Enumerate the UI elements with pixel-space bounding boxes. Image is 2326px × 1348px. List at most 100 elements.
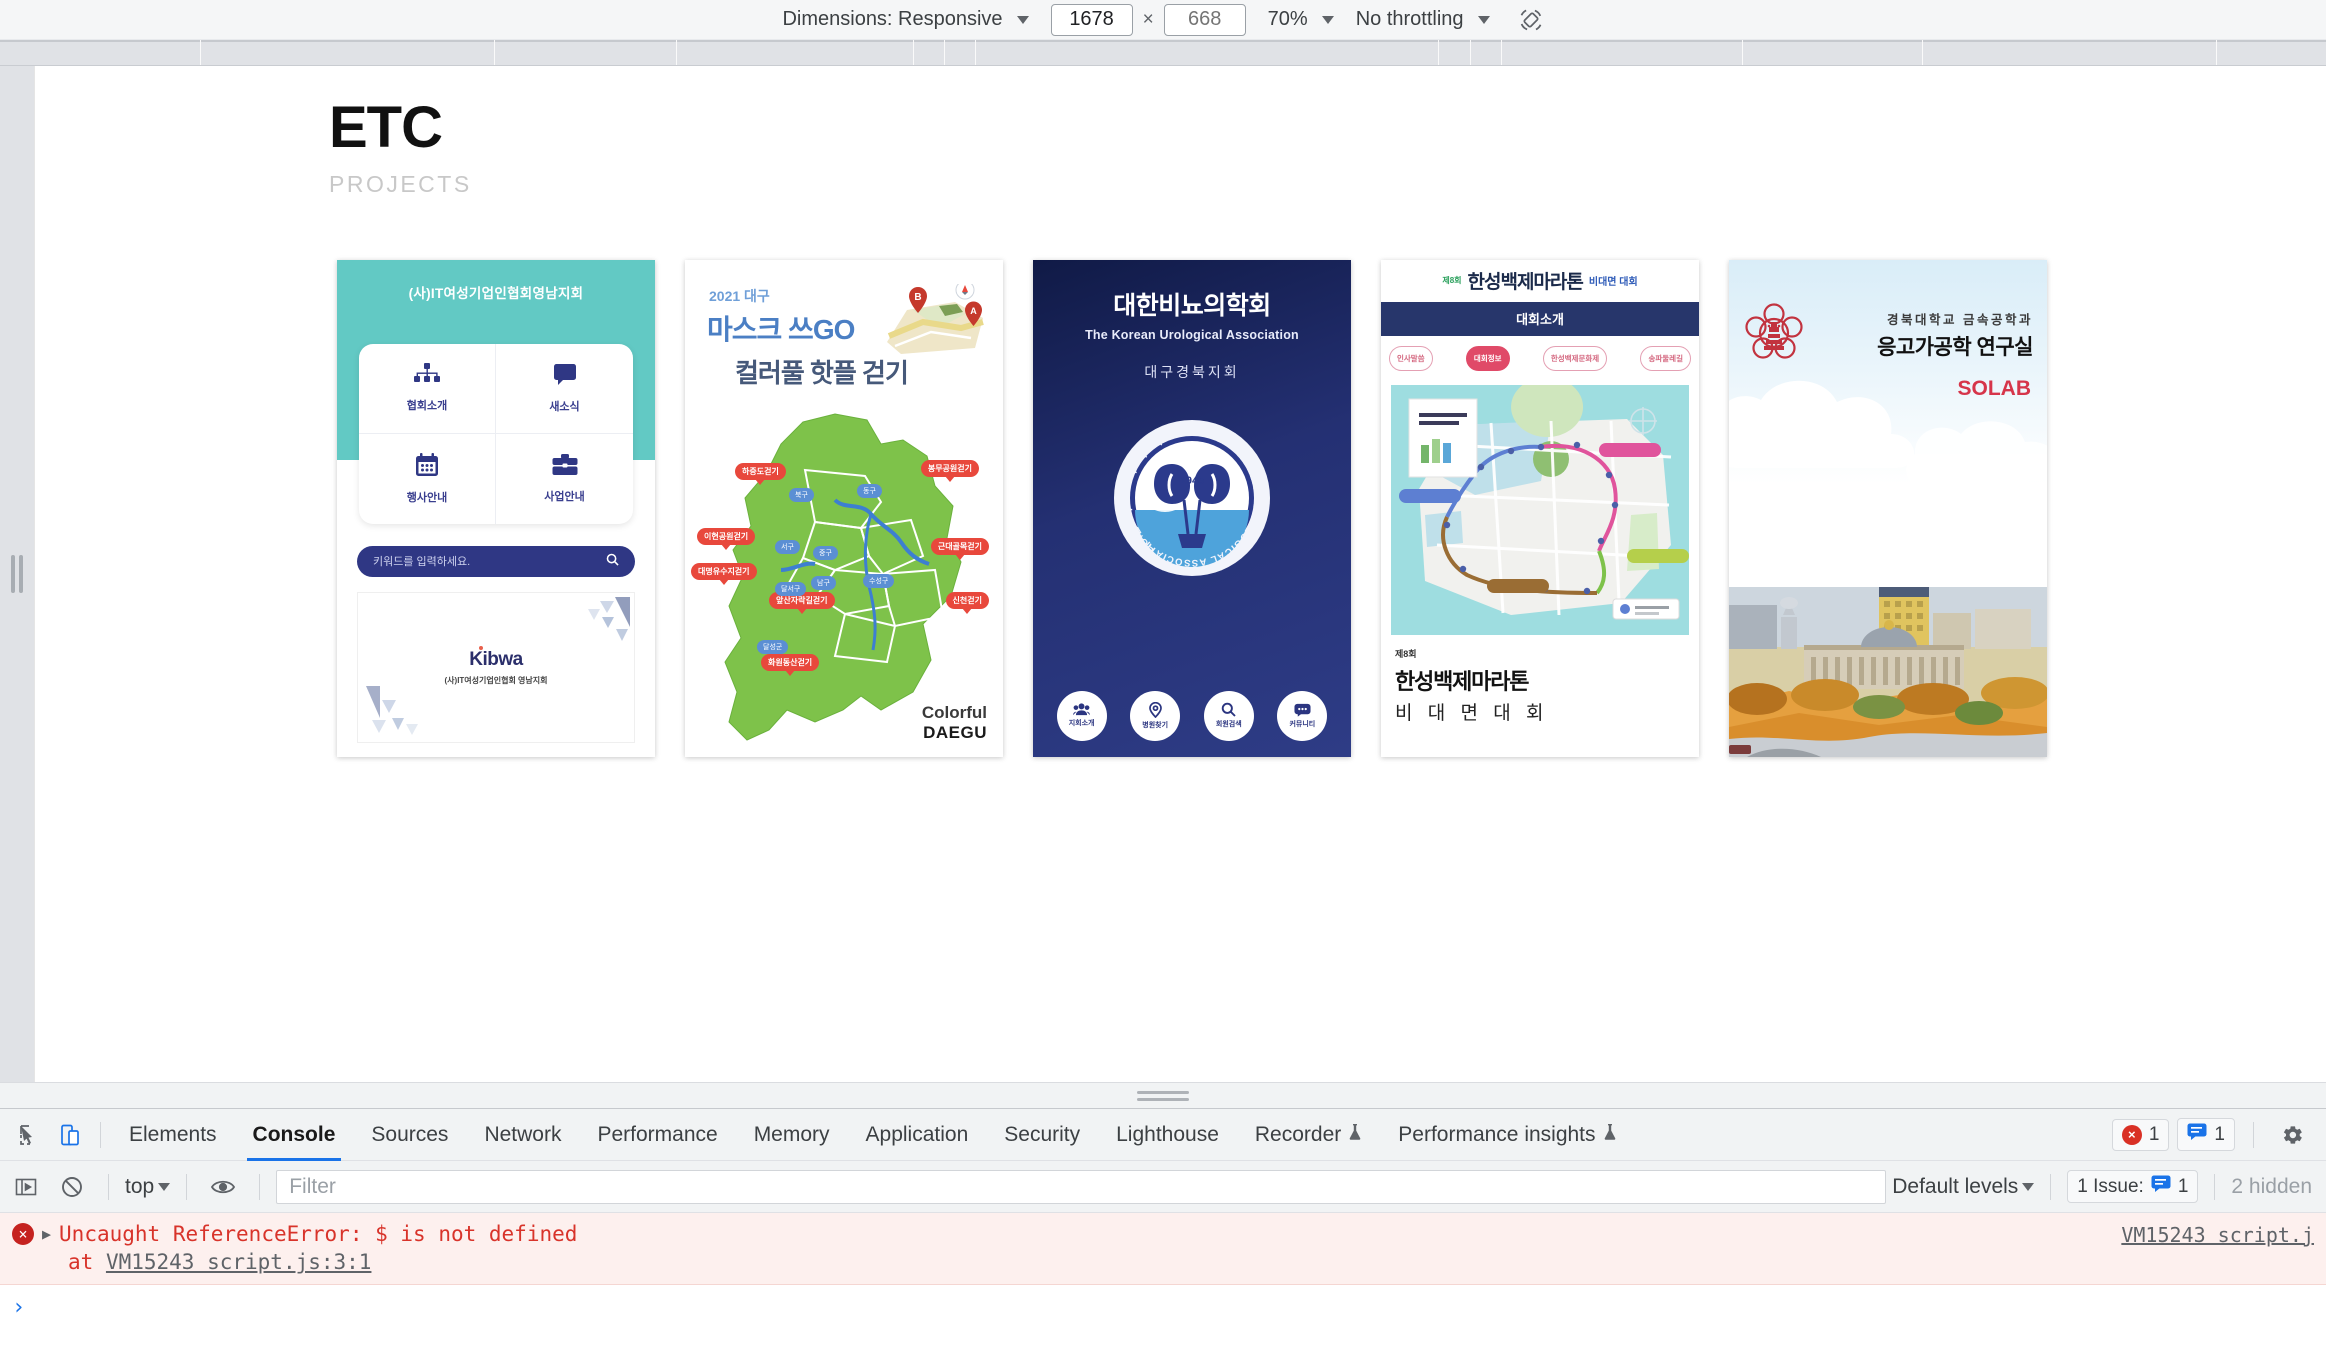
viewport-height-input[interactable]: [1163, 3, 1246, 36]
daegu-district-6: 달서구: [775, 581, 807, 596]
kibwa-search-placeholder: 키워드를 입력하세요.: [373, 556, 471, 569]
console-error-text: Uncaught ReferenceError: $ is not define…: [59, 1222, 578, 1246]
tab-label: Application: [865, 1122, 969, 1146]
console-error-message[interactable]: × ▶ Uncaught ReferenceError: $ is not de…: [0, 1213, 2326, 1286]
marathon-pill-0[interactable]: 인사말씀: [1389, 345, 1433, 371]
daegu-district-1: 동구: [857, 483, 882, 498]
zoom-selector[interactable]: 70%: [1268, 8, 1334, 31]
console-message-source-link[interactable]: VM15243 script.j: [2121, 1223, 2314, 1247]
kibwa-logo-subtext: (사)IT여성기업인협회 영남지회: [444, 675, 548, 685]
console-prompt[interactable]: ›: [0, 1285, 2326, 1330]
viewport-resize-handle[interactable]: [11, 555, 23, 593]
tab-performance[interactable]: Performance: [579, 1109, 735, 1161]
project-card-marathon[interactable]: 제8회 한성백제마라톤 비대면 대회 대회소개 인사말씀 대회정보 한성백제문화…: [1381, 259, 1699, 757]
stack-source-link[interactable]: VM15243 script.js:3:1: [106, 1250, 372, 1274]
device-toolbar: Dimensions: Responsive × 70% No throttli…: [0, 0, 2326, 40]
execution-context-selector[interactable]: top: [125, 1175, 171, 1199]
divider: [259, 1173, 261, 1200]
tab-sources[interactable]: Sources: [353, 1109, 466, 1161]
uro-nav-item-2[interactable]: 회원검색: [1203, 690, 1254, 741]
svg-text:B: B: [914, 292, 921, 303]
tab-application[interactable]: Application: [848, 1109, 987, 1161]
marathon-logo-edition: 제8회: [1442, 276, 1462, 286]
tab-performance-insights[interactable]: Performance insights: [1380, 1109, 1634, 1161]
uro-nav-item-3[interactable]: 커뮤니티: [1277, 690, 1328, 741]
error-icon: ×: [12, 1223, 34, 1245]
console-error-stack: at VM15243 script.js:3:1: [68, 1250, 2314, 1274]
uro-seal-emblem: 1945 THE KOREAN UROLOGICAL ASSOCIATION 대…: [1112, 418, 1272, 578]
tab-network[interactable]: Network: [466, 1109, 579, 1161]
inspect-element-icon[interactable]: [10, 1115, 50, 1155]
experiment-icon: [1603, 1123, 1617, 1147]
throttling-selector[interactable]: No throttling: [1356, 8, 1490, 31]
tab-memory[interactable]: Memory: [736, 1109, 848, 1161]
issues-badge[interactable]: 1 Issue: 1: [2067, 1170, 2199, 1203]
message-bubble-icon: [2151, 1175, 2171, 1198]
colorful-daegu-line1: Colorful: [921, 702, 987, 722]
project-card-urological[interactable]: 대한비뇨의학회 The Korean Urological Associatio…: [1033, 259, 1351, 757]
zoom-label: 70%: [1267, 8, 1308, 30]
kibwa-menu-item-1[interactable]: 새소식: [496, 344, 633, 434]
chevron-down-icon: [1477, 15, 1490, 24]
log-levels-selector[interactable]: Default levels: [1892, 1175, 2035, 1199]
org-chart-icon: [414, 363, 440, 388]
kibwa-menu-item-2[interactable]: 행사안내: [359, 433, 496, 524]
project-card-solab[interactable]: 경북대학교 금속공학과 응고가공학 연구실 SOLAB: [1729, 259, 2047, 757]
page-subtitle: PROJECTS: [329, 170, 472, 197]
message-count-badge[interactable]: 1: [2177, 1118, 2235, 1151]
devtools-resize-handle[interactable]: [0, 1082, 2326, 1108]
marathon-pill-1[interactable]: 대회정보: [1465, 345, 1510, 371]
execute-snippet-icon[interactable]: [6, 1167, 46, 1207]
marathon-pill-2[interactable]: 한성백제문화제: [1542, 345, 1608, 371]
dimensions-selector[interactable]: Dimensions: Responsive: [782, 8, 1029, 31]
device-toolbar-icon[interactable]: [50, 1115, 90, 1155]
uro-nav-item-0[interactable]: 지회소개: [1056, 690, 1107, 741]
viewport-width-input[interactable]: [1050, 3, 1133, 36]
uro-nav-bar: 지회소개 병원찾기 회원검색 커뮤니티: [1033, 690, 1351, 741]
marathon-pill-3[interactable]: 송파둘레길: [1640, 345, 1691, 371]
marathon-footer-title: 한성백제마라톤: [1395, 668, 1529, 694]
console-toolbar: top Filter Default levels 1 Issue: 1 2 h…: [0, 1161, 2326, 1213]
gear-icon[interactable]: [2272, 1115, 2312, 1155]
console-filter-placeholder: Filter: [289, 1174, 336, 1198]
uro-nav-label-3: 커뮤니티: [1289, 720, 1316, 728]
expand-arrow-icon[interactable]: ▶: [42, 1225, 51, 1243]
kibwa-search-bar[interactable]: 키워드를 입력하세요.: [357, 545, 635, 577]
uro-nav-item-1[interactable]: 병원찾기: [1130, 690, 1181, 741]
console-filter-input[interactable]: Filter: [276, 1169, 1887, 1204]
multiply-symbol: ×: [1142, 8, 1154, 30]
daegu-walk-label-2: 이현공원걷기: [697, 527, 756, 545]
viewport-area: ETC PROJECTS (사)IT여성기업인협회영남지회 협회소개 새소식 행…: [0, 66, 2326, 1082]
tab-recorder[interactable]: Recorder: [1237, 1109, 1380, 1161]
daegu-district-2: 서구: [775, 539, 800, 554]
search-icon[interactable]: [606, 553, 619, 569]
uro-nav-label-0: 지회소개: [1068, 720, 1095, 728]
chevron-down-icon: [158, 1182, 171, 1191]
page-header: ETC PROJECTS: [35, 66, 2326, 198]
tab-elements[interactable]: Elements: [111, 1109, 235, 1161]
live-expression-icon[interactable]: [203, 1167, 243, 1207]
tab-lighthouse[interactable]: Lighthouse: [1098, 1109, 1237, 1161]
marathon-section-bar: 대회소개: [1381, 301, 1699, 336]
uro-title: 대한비뇨의학회: [1113, 291, 1271, 320]
svg-text:1945: 1945: [1180, 475, 1204, 487]
viewport-ruler: [0, 40, 2326, 66]
project-card-kibwa[interactable]: (사)IT여성기업인협회영남지회 협회소개 새소식 행사안내 사업안내 키워드를…: [337, 259, 655, 757]
project-card-daegu-mask[interactable]: 2021 대구 마스크 쓰GO 컬러풀 핫플 걷기 B A 하중도걷기 봉무공원…: [685, 259, 1003, 757]
rendered-page: ETC PROJECTS (사)IT여성기업인협회영남지회 협회소개 새소식 행…: [34, 66, 2326, 1082]
rotate-device-icon[interactable]: [1518, 7, 1544, 33]
divider: [2214, 1173, 2216, 1200]
devtools-status-area: × 1 1: [2111, 1115, 2326, 1155]
error-count: 1: [2148, 1123, 2160, 1145]
marathon-course-map: [1391, 384, 1689, 635]
tab-console[interactable]: Console: [235, 1109, 354, 1161]
tab-security[interactable]: Security: [986, 1109, 1098, 1161]
experiment-icon: [1348, 1123, 1362, 1147]
console-prompt-symbol: ›: [12, 1295, 26, 1321]
error-count-badge[interactable]: × 1: [2111, 1118, 2170, 1151]
kibwa-header-title: (사)IT여성기업인협회영남지회: [408, 285, 584, 301]
kibwa-menu-item-3[interactable]: 사업안내: [496, 434, 633, 524]
daegu-walk-label-7: 화원동산걷기: [761, 653, 820, 671]
kibwa-menu-item-0[interactable]: 협회소개: [359, 343, 496, 434]
clear-console-icon[interactable]: [52, 1167, 92, 1207]
